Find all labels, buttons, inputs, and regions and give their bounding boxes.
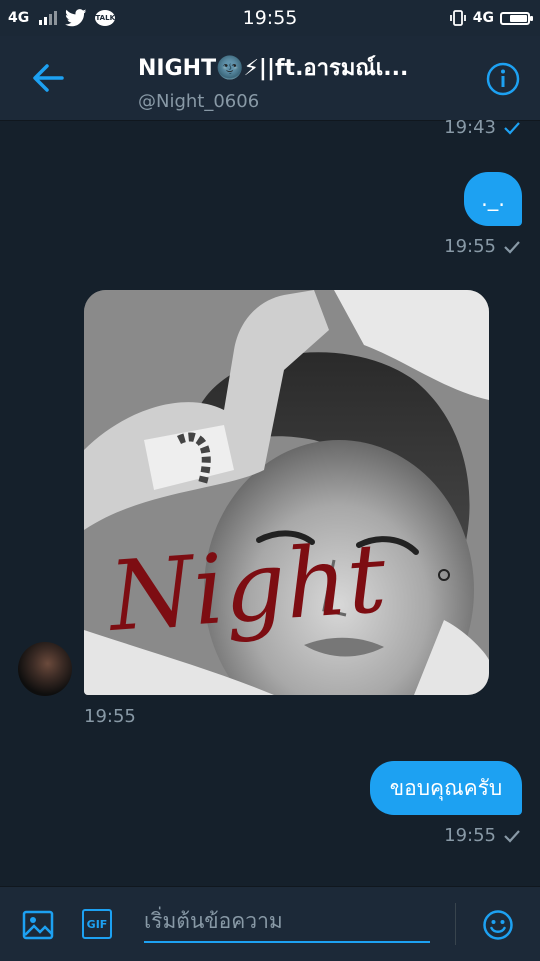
conversation-handle: @Night_0606 xyxy=(138,91,260,112)
emoji-icon[interactable] xyxy=(482,909,514,941)
status-right: 4G xyxy=(449,0,533,36)
conversation-title: NIGHT🌚⚡||ft.อารมณ์เ... xyxy=(138,56,409,81)
sent-check-icon xyxy=(504,240,520,254)
network-type-right: 4G xyxy=(472,10,494,26)
image-icon[interactable] xyxy=(22,909,54,941)
gif-button[interactable]: GIF xyxy=(82,909,112,939)
back-arrow-icon[interactable] xyxy=(28,58,68,98)
message-input[interactable] xyxy=(144,901,430,943)
sent-message-bubble[interactable]: ._. xyxy=(464,172,522,226)
conversation-title-block[interactable]: NIGHT🌚⚡||ft.อารมณ์เ... @Night_0606 xyxy=(138,50,458,112)
photo-signature: Night xyxy=(104,522,390,653)
sent-message-bubble[interactable]: ขอบคุณครับ xyxy=(370,761,522,815)
gif-label: GIF xyxy=(86,917,108,931)
sender-avatar[interactable] xyxy=(18,642,72,696)
info-icon[interactable] xyxy=(486,62,520,96)
message-composer: GIF xyxy=(0,886,540,961)
message-timestamp: 19:43 xyxy=(444,117,520,138)
read-check-icon xyxy=(504,121,520,135)
status-bar: 4G TALK 19:55 4G xyxy=(0,0,540,36)
message-timestamp: 19:55 xyxy=(84,706,136,727)
vibrate-icon xyxy=(449,10,466,26)
received-photo[interactable]: Night xyxy=(84,290,489,695)
message-timestamp: 19:55 xyxy=(444,236,520,257)
conversation-header: NIGHT🌚⚡||ft.อารมณ์เ... @Night_0606 xyxy=(0,36,540,121)
sent-check-icon xyxy=(504,829,520,843)
photo-illustration: Night xyxy=(84,290,489,695)
composer-divider xyxy=(455,903,456,945)
battery-icon xyxy=(500,11,533,25)
message-timestamp: 19:55 xyxy=(444,825,520,846)
